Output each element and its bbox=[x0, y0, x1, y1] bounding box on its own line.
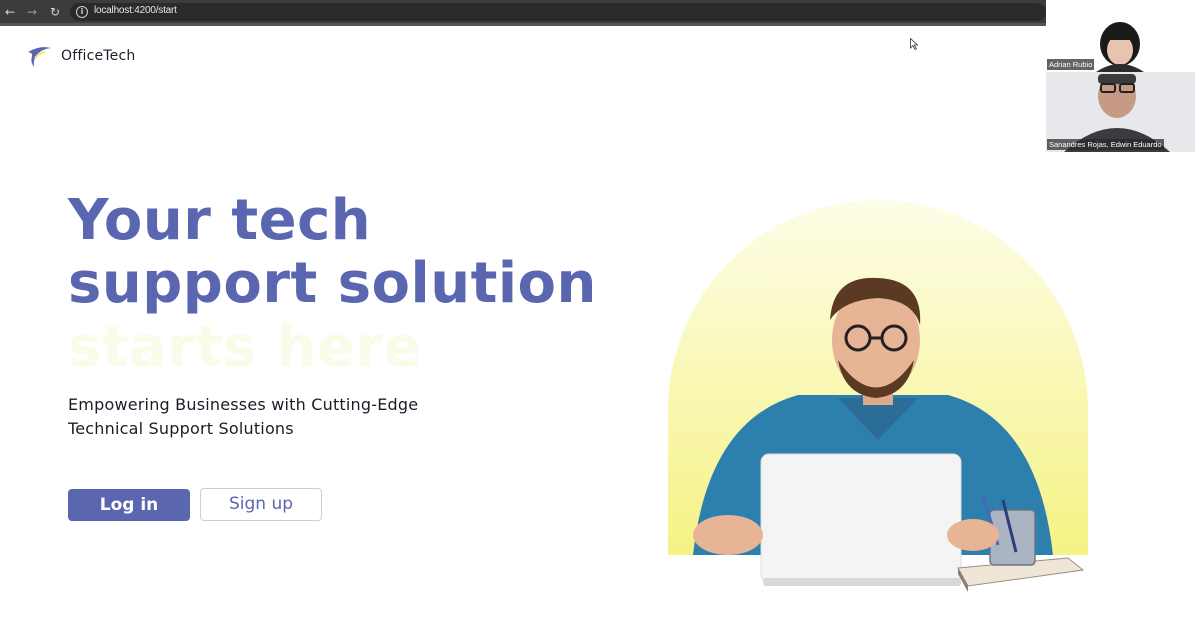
hero-subtitle-line-1: Empowering Businesses with Cutting-Edge bbox=[68, 395, 419, 414]
brand-name[interactable]: OfficeTech bbox=[61, 48, 135, 64]
browser-toolbar-divider bbox=[0, 23, 1046, 26]
participant-tile-1: Adrian Rubio bbox=[1046, 0, 1195, 72]
hero-title-line-1: Your tech bbox=[68, 188, 372, 253]
hero-title-line-2: support solution bbox=[68, 251, 597, 316]
hero-subtitle-line-2: Technical Support Solutions bbox=[68, 419, 294, 438]
info-icon[interactable]: i bbox=[76, 6, 88, 18]
mouse-cursor-icon bbox=[910, 38, 918, 50]
back-icon[interactable]: ← bbox=[1, 3, 19, 21]
forward-icon[interactable]: → bbox=[23, 3, 41, 21]
participant-tile-2: Sanandres Rojas, Edwin Eduardo bbox=[1046, 72, 1195, 152]
address-bar[interactable] bbox=[70, 3, 1046, 21]
hero-title-line-3: starts here bbox=[68, 315, 423, 380]
signup-button[interactable]: Sign up bbox=[200, 488, 322, 521]
hero-illustration bbox=[668, 200, 1088, 592]
participant-name-1: Adrian Rubio bbox=[1047, 59, 1095, 70]
participant-name-2: Sanandres Rojas, Edwin Eduardo bbox=[1047, 139, 1164, 150]
login-button[interactable]: Log in bbox=[68, 489, 190, 521]
officetech-logo-icon[interactable] bbox=[26, 44, 52, 68]
video-call-panel: Adrian Rubio Sanandres Rojas, Edwin Edua… bbox=[1046, 0, 1195, 152]
address-url[interactable]: localhost:4200/start bbox=[94, 5, 177, 16]
reload-icon[interactable]: ↻ bbox=[46, 3, 64, 21]
